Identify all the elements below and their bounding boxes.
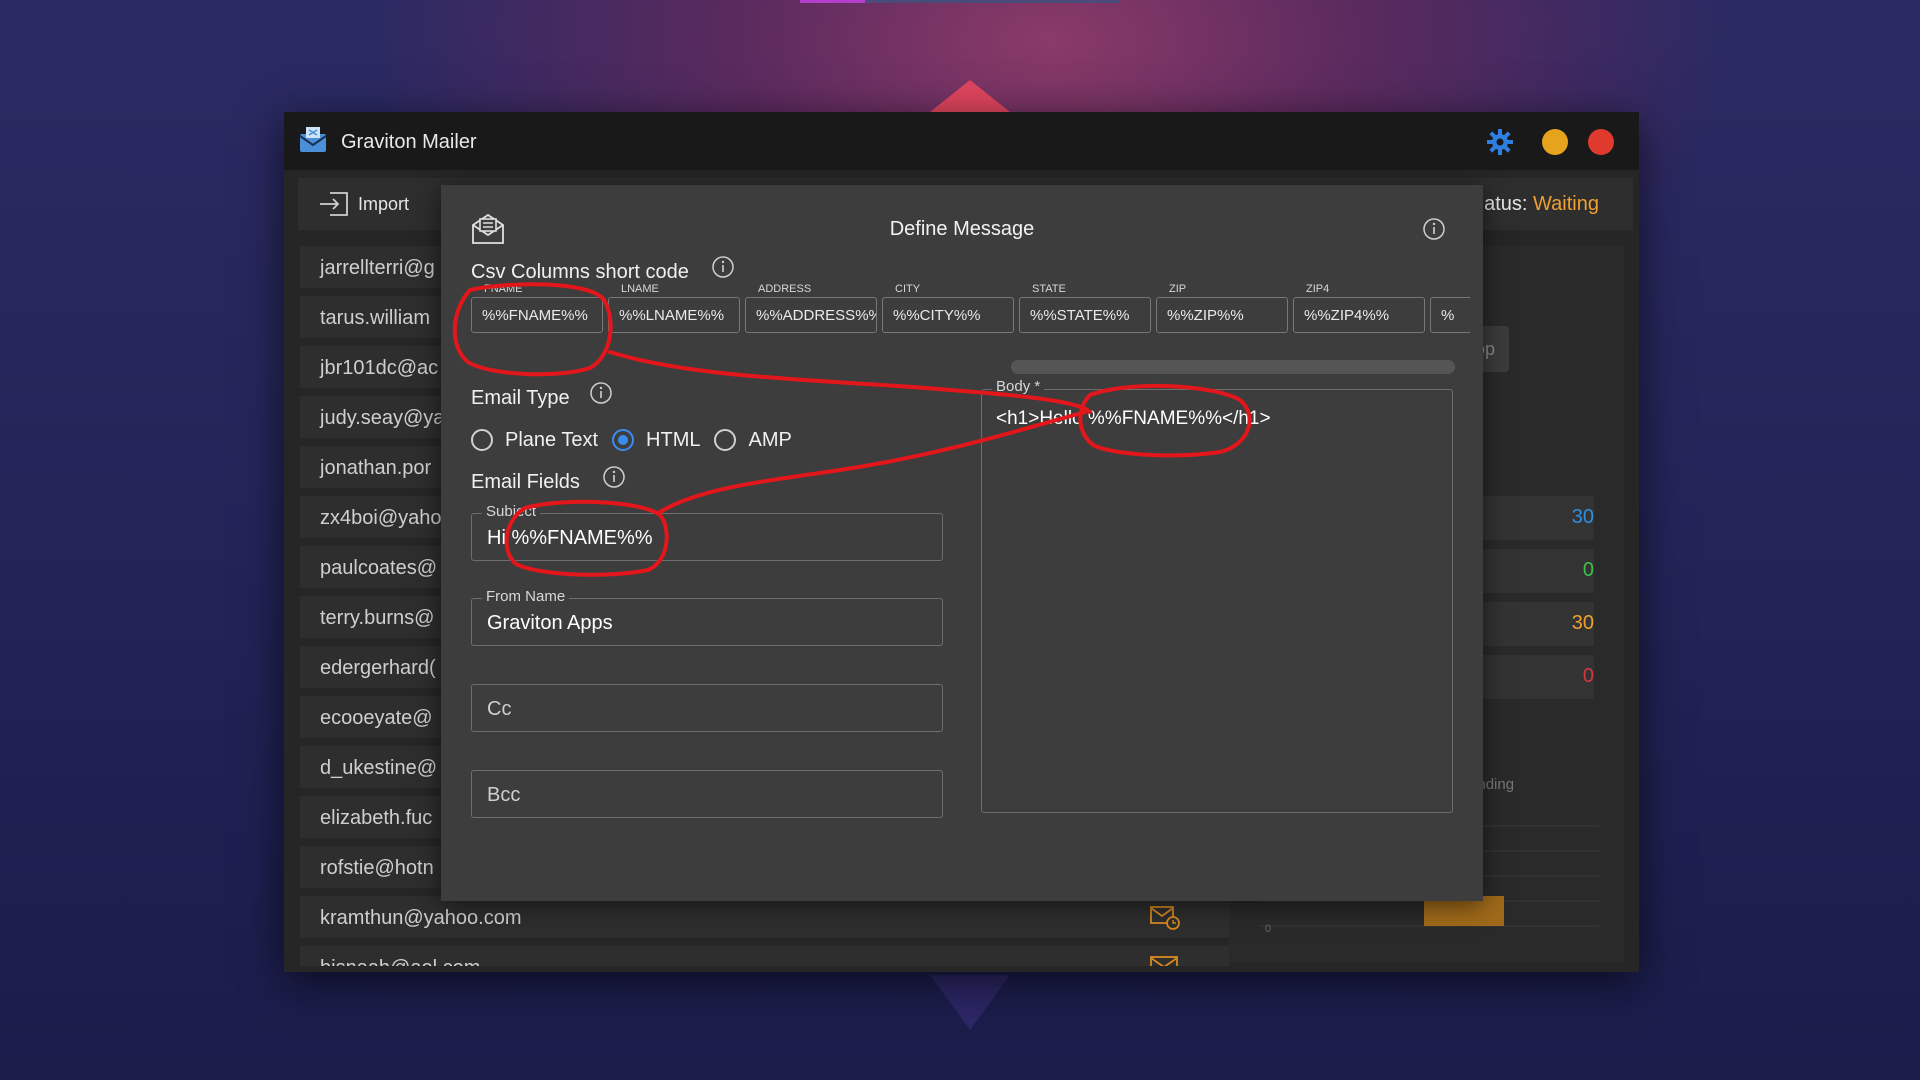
email-fields-info-icon[interactable] xyxy=(602,465,626,489)
radio-plane-text-label: Plane Text xyxy=(505,428,599,451)
stat-failed: 0 xyxy=(1582,665,1594,687)
import-label: Import xyxy=(358,193,410,214)
csv-column-zip[interactable]: %%ZIP%% ZIP xyxy=(1156,283,1288,333)
status-value: Waiting xyxy=(1533,193,1599,215)
cc-placeholder: Cc xyxy=(487,698,512,720)
dialog-title: Define Message xyxy=(889,218,1035,240)
stat-sent: 0 xyxy=(1582,559,1594,581)
radio-html[interactable] xyxy=(612,429,635,451)
list-item[interactable]: kramthun@yahoo.com xyxy=(300,896,1230,942)
mail-icon xyxy=(1150,956,1178,966)
body-field[interactable]: Body * <h1>Hello %%FNAME%%</h1> xyxy=(981,378,1453,813)
csv-section-label: Csv Columns short code xyxy=(471,261,689,283)
subject-label: Subject xyxy=(482,503,541,520)
stat-pending: 30 xyxy=(1571,612,1594,634)
radio-plane-text[interactable] xyxy=(471,429,493,451)
radio-amp[interactable] xyxy=(714,429,737,451)
body-label: Body * xyxy=(992,378,1045,395)
csv-column-address[interactable]: %%ADDRESS%% ADDRESS xyxy=(745,283,877,333)
import-icon xyxy=(320,192,348,216)
stat-total: 30 xyxy=(1571,506,1594,528)
from-name-field[interactable]: From Name Graviton Apps xyxy=(471,588,943,646)
bcc-field[interactable]: Bcc xyxy=(471,770,943,818)
csv-column-state[interactable]: %%STATE%% STATE xyxy=(1019,283,1151,333)
background-triangle-top xyxy=(930,80,1010,112)
subject-field[interactable]: Subject Hi %%FNAME%% xyxy=(471,503,943,561)
csv-column-lname[interactable]: %%LNAME%% LNAME xyxy=(608,283,740,333)
status-label: atus: xyxy=(1484,193,1528,215)
mailer-logo-icon xyxy=(299,127,327,152)
body-value: <h1>Hello %%FNAME%%</h1> xyxy=(996,408,1271,429)
radio-amp-label: AMP xyxy=(748,428,792,451)
csv-column-partial[interactable]: % PI xyxy=(1430,297,1470,333)
status-text: atus: Waiting xyxy=(1484,193,1599,216)
minimize-button[interactable] xyxy=(1542,129,1568,155)
background-top-bar-accent xyxy=(800,0,865,3)
gear-icon[interactable] xyxy=(1486,128,1514,156)
chart-axis-label: 0 xyxy=(1265,923,1271,935)
csv-column-zip4[interactable]: %%ZIP4%% ZIP4 xyxy=(1293,283,1425,333)
from-name-label: From Name xyxy=(482,588,570,605)
close-button[interactable] xyxy=(1588,129,1614,155)
cc-field[interactable]: Cc xyxy=(471,684,943,732)
csv-column-fname[interactable]: %%FNAME%% FNAME xyxy=(471,283,603,333)
email-fields-label: Email Fields xyxy=(471,471,580,493)
app-title: Graviton Mailer xyxy=(341,131,477,153)
define-message-dialog: Define Message Csv Columns short code %%… xyxy=(441,185,1483,901)
import-button[interactable]: Import xyxy=(318,190,409,218)
subject-value: Hi %%FNAME%% xyxy=(487,527,653,549)
background-triangle-bottom xyxy=(930,975,1010,1030)
list-item[interactable]: bisnaah@aol.com xyxy=(300,946,1230,966)
radio-html-label: HTML xyxy=(646,428,701,451)
mail-scheduled-icon xyxy=(1150,906,1180,930)
email-type-info-icon[interactable] xyxy=(589,381,613,405)
from-name-value: Graviton Apps xyxy=(487,612,613,634)
title-bar: Graviton Mailer xyxy=(284,112,1639,170)
email-type-label: Email Type xyxy=(471,387,570,409)
email-type-radio-group: Plane Text HTML AMP xyxy=(471,425,806,455)
csv-info-icon[interactable] xyxy=(711,255,735,279)
bcc-placeholder: Bcc xyxy=(487,784,521,806)
csv-columns-scrollbar[interactable] xyxy=(1011,360,1455,374)
csv-column-city[interactable]: %%CITY%% CITY xyxy=(882,283,1014,333)
dialog-info-icon[interactable] xyxy=(1422,217,1446,241)
